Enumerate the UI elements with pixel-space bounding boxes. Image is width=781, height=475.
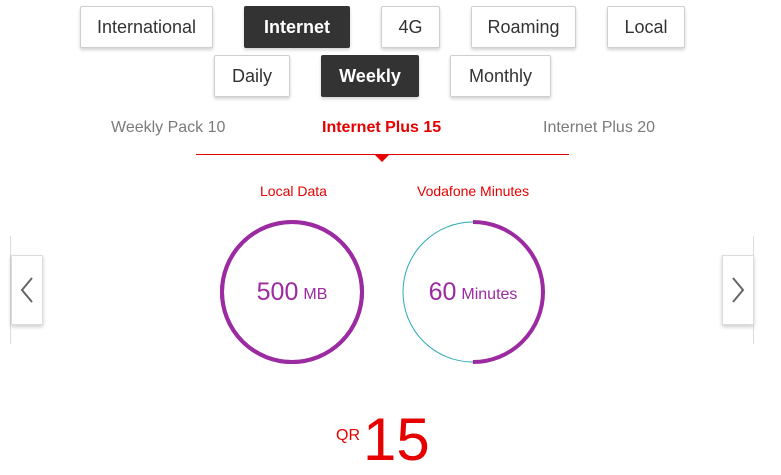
vodafone-minutes-amount: 60 (428, 277, 457, 306)
tab-4g[interactable]: 4G (381, 6, 440, 48)
pack-label: Internet Plus 15 (322, 119, 442, 136)
tab-label: Local (624, 16, 668, 37)
tab-monthly[interactable]: Monthly (450, 55, 551, 97)
price-amount: 15 (363, 406, 430, 473)
tab-roaming[interactable]: Roaming (471, 6, 576, 48)
pack-internet-plus-20[interactable]: Internet Plus 20 (543, 119, 655, 137)
tab-label: Daily (231, 65, 272, 86)
tab-label: 4G (398, 16, 423, 37)
tab-label: International (96, 16, 197, 37)
pack-label: Internet Plus 20 (543, 119, 656, 136)
tab-label: Weekly (339, 65, 401, 86)
tab-label: Roaming (487, 16, 560, 37)
pack-internet-plus-15[interactable]: Internet Plus 15 (322, 119, 441, 137)
tab-local[interactable]: Local (607, 6, 685, 48)
tab-daily[interactable]: Daily (214, 55, 290, 97)
vodafone-minutes-title: Vodafone Minutes (417, 183, 530, 199)
pack-weekly-pack-10[interactable]: Weekly Pack 10 (111, 119, 225, 137)
local-data-unit: MB (303, 286, 328, 303)
price: QR 15 (336, 405, 430, 475)
chevron-left-icon (20, 277, 33, 303)
next-button[interactable] (722, 255, 754, 325)
pack-label: Weekly Pack 10 (111, 119, 226, 136)
tab-internet[interactable]: Internet (244, 6, 350, 48)
local-data-amount: 500 (256, 277, 299, 306)
vodafone-minutes-unit: Minutes (461, 286, 518, 303)
tab-international[interactable]: International (80, 6, 213, 48)
tab-label: Monthly (468, 65, 533, 86)
selected-pack-indicator (375, 155, 389, 162)
chevron-right-icon (732, 277, 745, 303)
vodafone-minutes-circle: 60 Minutes (400, 219, 546, 365)
vodafone-minutes-value: 60 Minutes (400, 219, 546, 365)
local-data-title: Local Data (260, 183, 327, 199)
prev-button[interactable] (11, 255, 43, 325)
local-data-value: 500 MB (219, 219, 365, 365)
price-currency: QR (336, 427, 360, 444)
local-data-circle: 500 MB (219, 219, 365, 365)
tab-weekly[interactable]: Weekly (321, 55, 419, 97)
tab-label: Internet (263, 16, 330, 37)
